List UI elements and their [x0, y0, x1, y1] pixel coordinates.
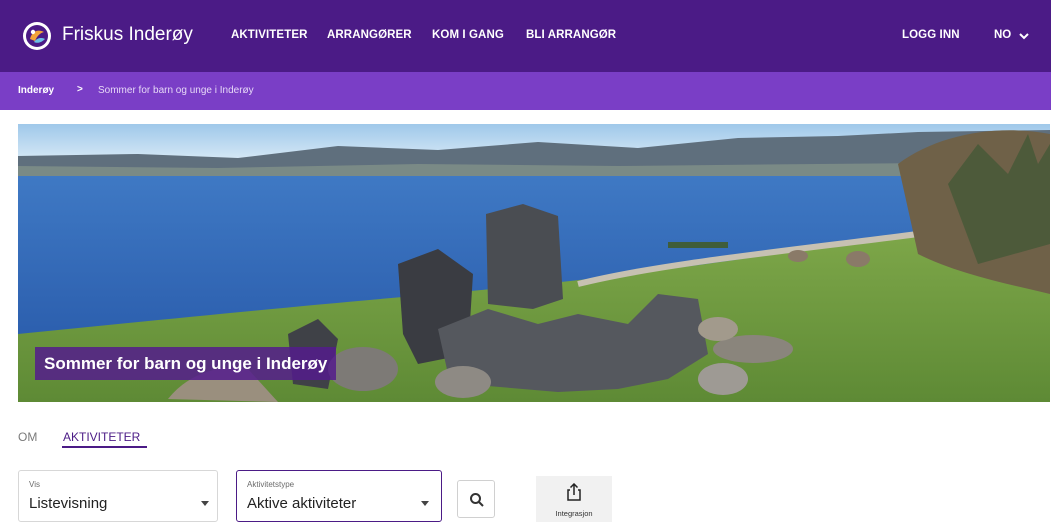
nav-link-bli-arrangor[interactable]: BLI ARRANGØR	[526, 29, 616, 41]
language-selector[interactable]: NO	[994, 29, 1011, 41]
login-link[interactable]: LOGG INN	[902, 29, 960, 41]
hero-title: Sommer for barn og unge i Inderøy	[35, 347, 337, 380]
tab-om[interactable]: OM	[18, 430, 37, 444]
view-select-label: Vis	[29, 480, 40, 489]
breadcrumb-separator: >	[77, 84, 83, 95]
active-tab-indicator	[62, 446, 147, 448]
nav-link-arrangorer[interactable]: ARRANGØRER	[327, 29, 412, 41]
view-select-value: Listevisning	[29, 495, 108, 512]
view-select[interactable]: Vis Listevisning	[18, 470, 218, 522]
search-icon	[470, 493, 484, 507]
activity-type-select[interactable]: Aktivitetstype Aktive aktiviteter	[236, 470, 442, 522]
integration-button[interactable]: Integrasjon	[536, 476, 612, 522]
search-button[interactable]	[457, 480, 495, 518]
share-export-icon	[567, 483, 581, 501]
nav-link-kom-i-gang[interactable]: KOM I GANG	[432, 29, 504, 41]
language-label: NO	[994, 29, 1012, 41]
integration-label: Integrasjon	[555, 509, 593, 518]
caret-down-icon	[421, 501, 429, 506]
breadcrumb-current: Sommer for barn og unge i Inderøy	[98, 85, 254, 96]
chevron-down-icon[interactable]	[1019, 32, 1029, 40]
friskus-logo-icon[interactable]	[22, 21, 52, 51]
activity-type-label: Aktivitetstype	[247, 480, 295, 489]
breadcrumb-home-link[interactable]: Inderøy	[18, 85, 54, 96]
nav-link-aktiviteter[interactable]: AKTIVITETER	[231, 29, 308, 41]
caret-down-icon	[201, 501, 209, 506]
brand-name[interactable]: Friskus Inderøy	[62, 24, 193, 46]
tab-aktiviteter[interactable]: AKTIVITETER	[63, 430, 140, 444]
activity-type-value: Aktive aktiviteter	[247, 495, 357, 512]
